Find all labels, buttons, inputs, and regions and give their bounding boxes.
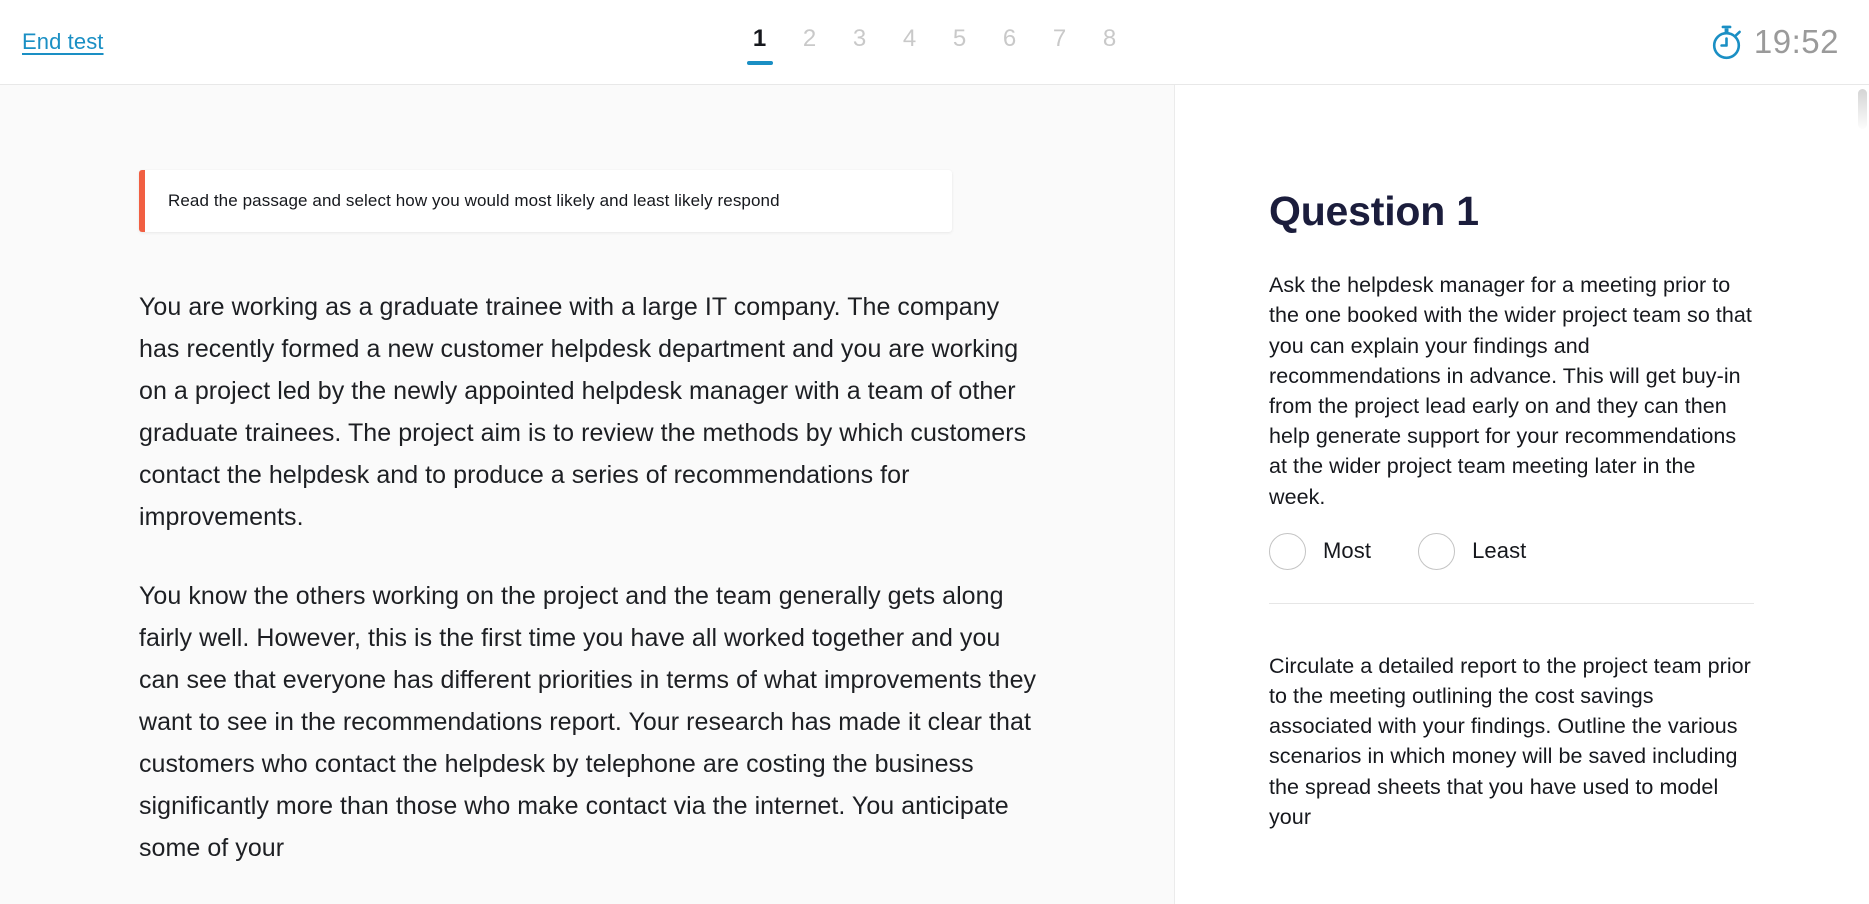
- pagination-item-5[interactable]: 5: [935, 12, 985, 74]
- question-content: Question 1 Ask the helpdesk manager for …: [1175, 85, 1869, 832]
- answer-option-1-text: Ask the helpdesk manager for a meeting p…: [1269, 273, 1752, 509]
- pagination-label-7: 7: [1052, 24, 1067, 52]
- radio-most-icon[interactable]: [1269, 532, 1306, 570]
- answer-option-1-most[interactable]: Most: [1269, 532, 1372, 570]
- question-pagination: 1 2 3 4 5 6 7 8: [735, 0, 1135, 85]
- pagination-item-8[interactable]: 8: [1085, 12, 1135, 74]
- question-panel: Question 1 Ask the helpdesk manager for …: [1175, 85, 1869, 904]
- option-divider: [1269, 602, 1754, 604]
- pagination-label-4: 4: [902, 24, 917, 52]
- pagination-underline: [797, 61, 823, 65]
- pagination-item-1[interactable]: 1: [735, 12, 785, 74]
- radio-least-label: Least: [1472, 538, 1527, 564]
- test-application: End test 1 2 3 4 5 6 7 8 19:52 Read the …: [0, 0, 1869, 904]
- pagination-underline: [947, 61, 973, 65]
- pagination-underline: [847, 61, 873, 65]
- answer-option-1-least[interactable]: Least: [1418, 532, 1527, 570]
- test-body: Read the passage and select how you woul…: [0, 85, 1869, 904]
- instruction-banner: Read the passage and select how you woul…: [139, 170, 952, 232]
- answer-option-2-text: Circulate a detailed report to the proje…: [1269, 653, 1751, 829]
- pagination-underline: [1047, 61, 1073, 65]
- radio-most-label: Most: [1323, 538, 1372, 564]
- end-test-container: End test: [22, 29, 104, 55]
- pagination-item-4[interactable]: 4: [885, 12, 935, 74]
- answer-option-2: Circulate a detailed report to the proje…: [1269, 651, 1754, 832]
- instruction-text: Read the passage and select how you woul…: [168, 191, 780, 211]
- passage-paragraph-1: You are working as a graduate trainee wi…: [139, 293, 1027, 531]
- pagination-item-3[interactable]: 3: [835, 12, 885, 74]
- pagination-underline: [897, 61, 923, 65]
- pagination-label-3: 3: [852, 24, 867, 52]
- pagination-item-6[interactable]: 6: [985, 12, 1035, 74]
- radio-least-icon[interactable]: [1418, 532, 1456, 570]
- scrollbar-thumb[interactable]: [1858, 89, 1867, 129]
- end-test-link[interactable]: End test: [22, 29, 104, 54]
- pagination-label-5: 5: [952, 24, 967, 52]
- pagination-item-2[interactable]: 2: [785, 12, 835, 74]
- question-title: Question 1: [1269, 188, 1479, 234]
- pagination-label-1: 1: [752, 24, 767, 52]
- app-header: End test 1 2 3 4 5 6 7 8 19:52: [0, 0, 1869, 85]
- passage-paragraph-2: You know the others working on the proje…: [139, 582, 1037, 862]
- pagination-label-6: 6: [1002, 24, 1017, 52]
- answer-option-1-choices: Most Least: [1269, 532, 1754, 570]
- passage-panel: Read the passage and select how you woul…: [0, 85, 1175, 904]
- timer-value: 19:52: [1753, 23, 1839, 60]
- passage-text-body: You are working as a graduate trainee wi…: [139, 286, 1044, 869]
- pagination-underline: [1097, 61, 1123, 65]
- passage-content: Read the passage and select how you woul…: [0, 85, 1174, 869]
- stopwatch-icon: [1710, 24, 1743, 60]
- pagination-item-7[interactable]: 7: [1035, 12, 1085, 74]
- pagination-label-2: 2: [802, 24, 817, 52]
- answer-option-1: Ask the helpdesk manager for a meeting p…: [1269, 270, 1754, 604]
- pagination-label-8: 8: [1102, 24, 1117, 52]
- pagination-active-underline: [746, 60, 773, 65]
- pagination-underline: [997, 61, 1023, 65]
- countdown-timer: 19:52: [1710, 23, 1839, 61]
